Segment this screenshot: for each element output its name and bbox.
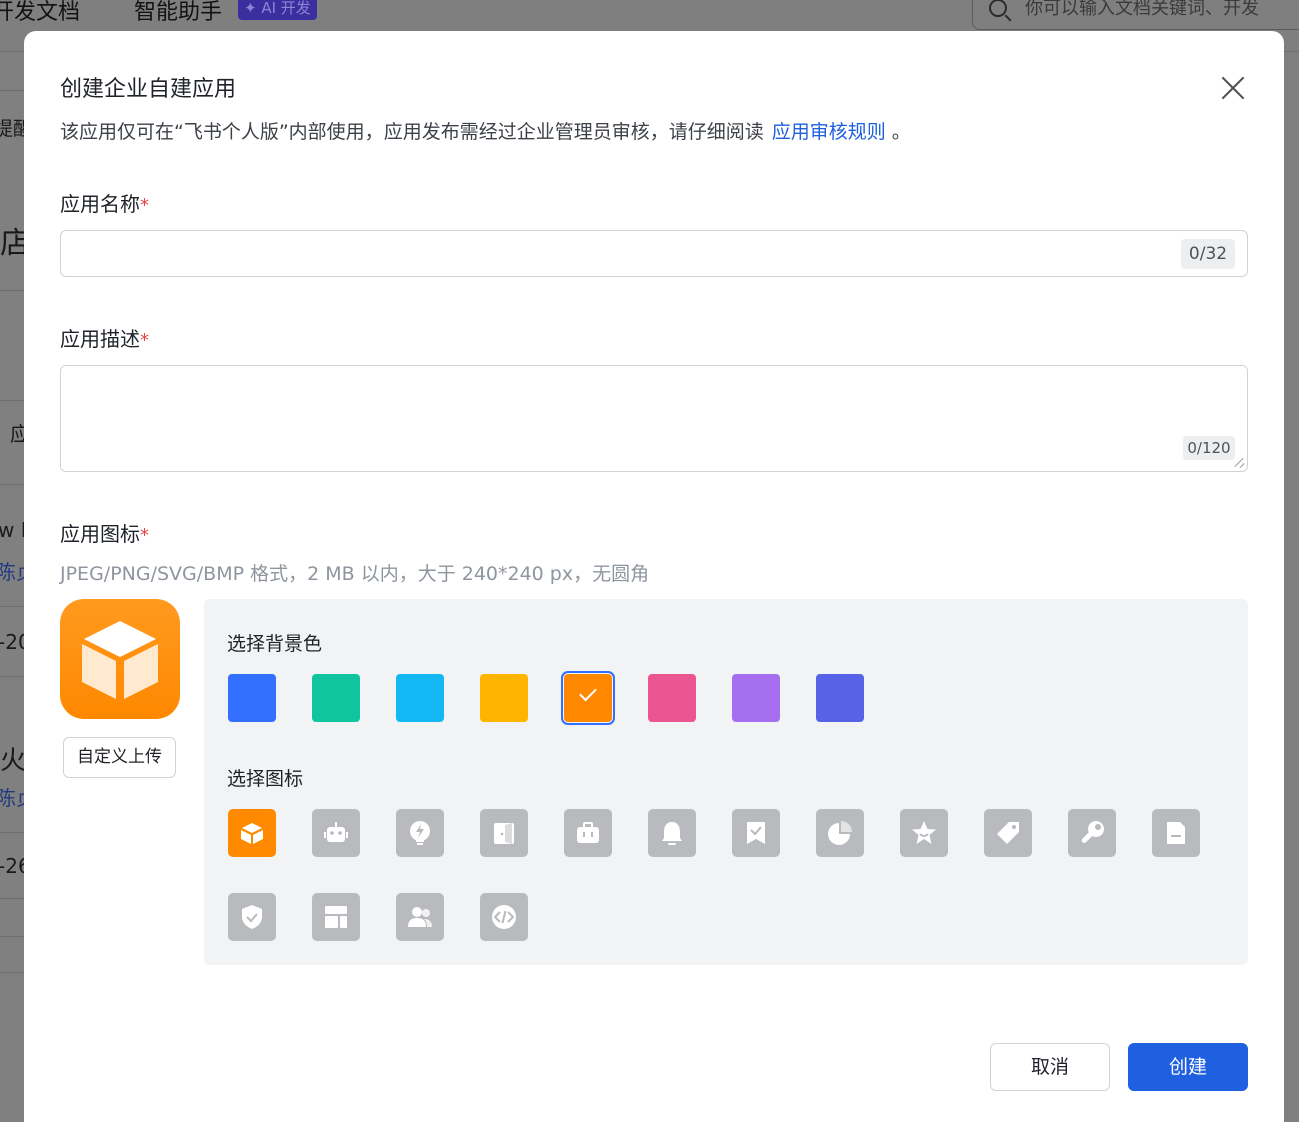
- divider: [0, 484, 24, 485]
- icon-option-robot[interactable]: [312, 809, 360, 857]
- wrench-icon: [1081, 821, 1104, 844]
- custom-upload-button[interactable]: 自定义上传: [63, 737, 176, 778]
- dialog-title: 创建企业自建应用: [60, 77, 237, 102]
- app-icon-label-text: 应用图标: [60, 522, 140, 546]
- users-icon: [408, 907, 432, 927]
- icon-option-door[interactable]: [480, 809, 528, 857]
- color-swatch-cyan[interactable]: [396, 674, 444, 722]
- icon-option-briefcase[interactable]: [564, 809, 612, 857]
- icon-style-picker: 选择背景色 选择图标: [204, 599, 1248, 965]
- required-mark: *: [140, 195, 149, 216]
- icon-option-bookmark[interactable]: [732, 809, 780, 857]
- app-name-label-text: 应用名称: [60, 192, 140, 216]
- divider: [0, 676, 24, 677]
- check-icon: [579, 683, 597, 702]
- divider: [0, 898, 24, 899]
- icon-format-hint: JPEG/PNG/SVG/BMP 格式，2 MB 以内，大于 240*240 p…: [60, 563, 650, 585]
- bookmark-check-icon: [747, 822, 765, 844]
- icon-option-cube[interactable]: [228, 809, 276, 857]
- app-name-label: 应用名称*: [60, 188, 149, 217]
- tag-icon: [997, 822, 1019, 844]
- color-swatch-purple[interactable]: [732, 674, 780, 722]
- pie-chart-icon: [828, 821, 852, 845]
- resize-handle-icon[interactable]: [1234, 458, 1244, 468]
- create-app-dialog: 创建企业自建应用 该应用仅可在“飞书个人版”内部使用，应用发布需经过企业管理员审…: [24, 31, 1284, 1122]
- document-icon: [1167, 822, 1185, 844]
- review-rules-link[interactable]: 应用审核规则: [772, 121, 886, 143]
- dialog-notice: 该应用仅可在“飞书个人版”内部使用，应用发布需经过企业管理员审核，请仔细阅读 应用…: [60, 117, 911, 144]
- divider: [0, 400, 24, 401]
- layout-icon: [325, 906, 347, 928]
- nav-item-dev-docs: 开发文档: [0, 0, 81, 25]
- icon-option-wrench[interactable]: [1068, 809, 1116, 857]
- required-mark: *: [140, 525, 149, 546]
- cube-icon: [241, 823, 263, 844]
- background-text: 火: [0, 746, 27, 776]
- cube-icon: [82, 621, 158, 699]
- required-mark: *: [140, 330, 149, 351]
- divider: [0, 972, 24, 973]
- app-name-input[interactable]: 0/32: [60, 230, 1248, 277]
- robot-icon: [324, 822, 348, 842]
- select-icon-label: 选择图标: [227, 768, 304, 790]
- icon-option-shield[interactable]: [228, 893, 276, 941]
- app-description-textarea[interactable]: 0/120: [60, 365, 1248, 472]
- create-button[interactable]: 创建: [1128, 1043, 1248, 1091]
- color-swatch-indigo[interactable]: [816, 674, 864, 722]
- app-icon-label: 应用图标*: [60, 518, 149, 547]
- notice-end: 。: [891, 121, 911, 143]
- color-swatch-teal[interactable]: [312, 674, 360, 722]
- icon-option-layout[interactable]: [312, 893, 360, 941]
- search-icon: [989, 0, 1007, 17]
- color-swatch-yellow[interactable]: [480, 674, 528, 722]
- door-icon: [494, 823, 514, 844]
- search-placeholder: 你可以输入文档关键词、开发: [1025, 0, 1259, 19]
- divider: [0, 606, 24, 607]
- app-icon-preview: [60, 599, 180, 719]
- divider: [0, 936, 24, 937]
- icon-option-lightbulb[interactable]: [396, 809, 444, 857]
- code-icon: [492, 905, 516, 929]
- cancel-button[interactable]: 取消: [990, 1043, 1110, 1091]
- nav-item-assistant: 智能助手: [134, 0, 223, 25]
- color-swatch-pink[interactable]: [648, 674, 696, 722]
- icon-option-users[interactable]: [396, 893, 444, 941]
- icon-option-bell[interactable]: [648, 809, 696, 857]
- divider: [0, 90, 24, 91]
- app-name-counter: 0/32: [1181, 239, 1235, 269]
- app-description-label: 应用描述*: [60, 323, 149, 352]
- app-description-counter: 0/120: [1183, 436, 1235, 460]
- close-icon[interactable]: [1216, 71, 1250, 105]
- notice-text: 该应用仅可在“飞书个人版”内部使用，应用发布需经过企业管理员审核，请仔细阅读: [60, 121, 764, 143]
- icon-option-star[interactable]: [900, 809, 948, 857]
- divider: [0, 832, 24, 833]
- app-description-label-text: 应用描述: [60, 327, 140, 351]
- background-search: 你可以输入文档关键词、开发: [972, 0, 1299, 30]
- lightbulb-icon: [410, 821, 430, 845]
- icon-option-tag[interactable]: [984, 809, 1032, 857]
- divider: [0, 290, 24, 291]
- star-icon: [912, 821, 936, 844]
- icon-option-pie-chart[interactable]: [816, 809, 864, 857]
- color-swatch-blue[interactable]: [228, 674, 276, 722]
- shield-check-icon: [242, 905, 262, 929]
- ai-badge: ✦ AI 开发: [238, 0, 317, 20]
- bell-icon: [662, 822, 682, 845]
- background-color-label: 选择背景色: [227, 633, 323, 655]
- icon-option-document[interactable]: [1152, 809, 1200, 857]
- icon-option-code[interactable]: [480, 893, 528, 941]
- background-text: w I: [0, 518, 27, 542]
- briefcase-icon: [577, 822, 599, 843]
- color-swatch-orange[interactable]: [561, 671, 615, 725]
